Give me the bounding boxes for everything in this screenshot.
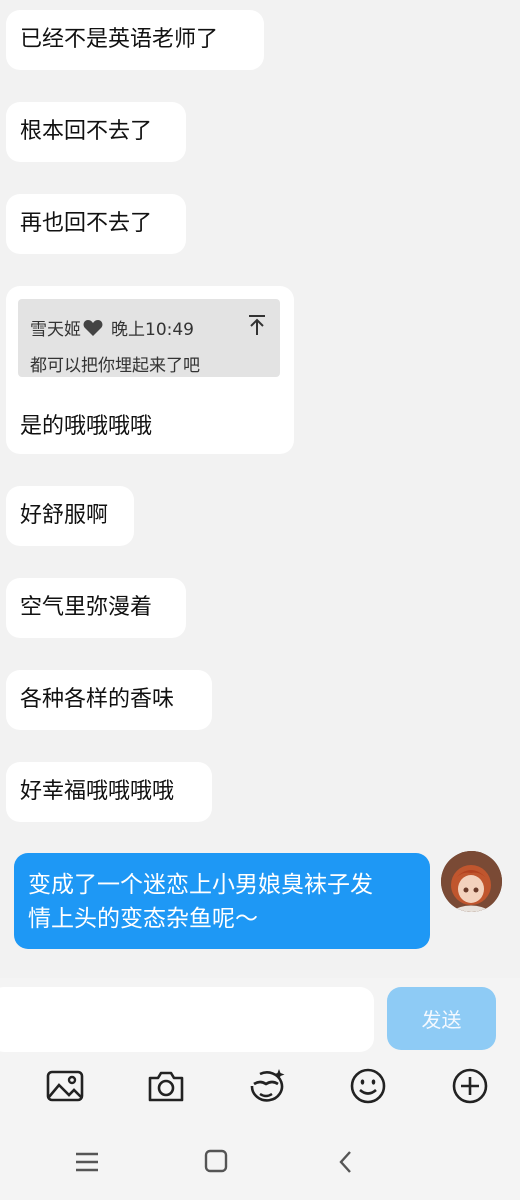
back-icon[interactable]	[326, 1144, 366, 1180]
avatar-image	[441, 851, 502, 912]
jump-to-quote-icon[interactable]	[246, 313, 268, 337]
my-message-bubble[interactable]: 变成了一个迷恋上小男娘臭袜子发 情上头的变态杂鱼呢～	[14, 853, 430, 949]
message-text: 好幸福哦哦哦哦	[20, 779, 175, 804]
message-bubble[interactable]: 各种各样的香味	[6, 670, 212, 730]
my-message-line: 情上头的变态杂鱼呢～	[28, 906, 258, 932]
toolbar	[0, 1052, 520, 1122]
message-text: 根本回不去了	[20, 119, 153, 144]
message-bubble[interactable]: 已经不是英语老师了	[6, 10, 264, 70]
sticker-icon[interactable]	[246, 1066, 286, 1106]
camera-icon[interactable]	[146, 1066, 186, 1106]
heart-icon	[83, 319, 103, 336]
system-nav-bar	[0, 1122, 520, 1200]
message-text: 再也回不去了	[20, 211, 153, 236]
message-bubble[interactable]: 好幸福哦哦哦哦	[6, 762, 212, 822]
message-bubble[interactable]: 根本回不去了	[6, 102, 186, 162]
message-text: 各种各样的香味	[20, 687, 175, 712]
quote-header: 雪天姬 晚上10:49	[30, 315, 194, 340]
send-button[interactable]: 发送	[387, 987, 496, 1050]
message-input[interactable]	[0, 987, 374, 1052]
message-bubble[interactable]: 空气里弥漫着	[6, 578, 186, 638]
message-text: 空气里弥漫着	[20, 595, 153, 620]
menu-icon[interactable]	[67, 1144, 107, 1180]
message-text: 已经不是英语老师了	[20, 27, 219, 52]
quote-sender: 雪天姬	[30, 320, 81, 340]
image-icon[interactable]	[45, 1066, 85, 1106]
plus-icon[interactable]	[450, 1066, 490, 1106]
message-bubble[interactable]: 再也回不去了	[6, 194, 186, 254]
send-button-label: 发送	[421, 1008, 462, 1032]
quote-box[interactable]: 雪天姬 晚上10:49 都可以把你埋起来了吧	[18, 299, 280, 377]
chat-area: 已经不是英语老师了 根本回不去了 再也回不去了 雪天姬 晚上10:49 都可以把…	[0, 0, 520, 978]
home-icon[interactable]	[196, 1144, 236, 1180]
quote-text: 都可以把你埋起来了吧	[30, 356, 200, 376]
message-text: 好舒服啊	[20, 503, 109, 528]
quote-time: 晚上10:49	[111, 320, 194, 340]
message-bubble[interactable]: 好舒服啊	[6, 486, 134, 546]
message-text: 是的哦哦哦哦	[20, 414, 153, 439]
emoji-icon[interactable]	[348, 1066, 388, 1106]
avatar[interactable]	[441, 851, 502, 912]
my-message-line: 变成了一个迷恋上小男娘臭袜子发	[28, 872, 373, 898]
quoted-message-bubble[interactable]: 雪天姬 晚上10:49 都可以把你埋起来了吧 是的哦哦哦哦	[6, 286, 294, 454]
